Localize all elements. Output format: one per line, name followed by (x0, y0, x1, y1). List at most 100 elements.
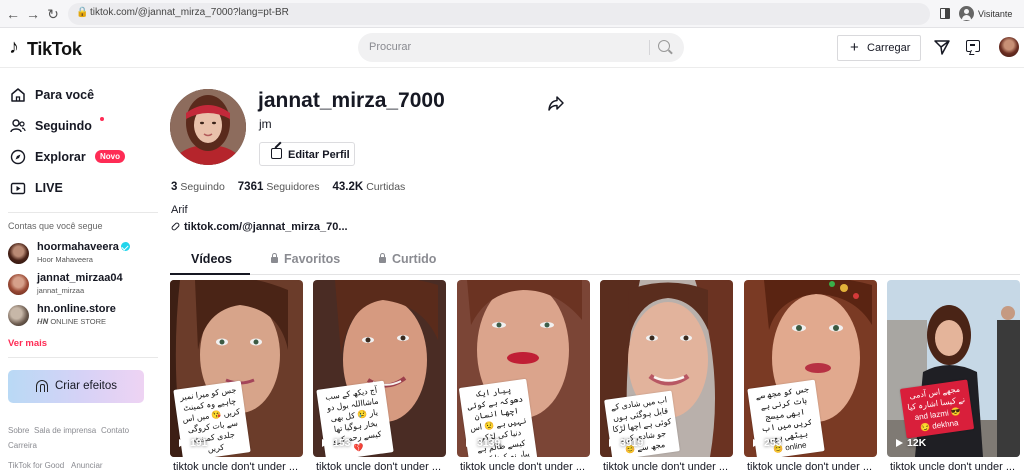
account-name: jannat_mirzaa04 (37, 272, 123, 284)
video-card[interactable]: جس کو میرا نمبر چاہیے وہ کمینٹ کریں 😘 می… (170, 280, 303, 457)
home-icon (11, 88, 25, 102)
footer-link[interactable]: TikTok for Good (8, 461, 64, 470)
address-bar[interactable]: 🔒 tiktok.com/@jannat_mirza_7000?lang=pt-… (68, 3, 930, 25)
video-card[interactable]: اب میں شادی کے قابل ہوگئی ہوں کوئی ہے اچ… (600, 280, 733, 457)
video-title[interactable]: tiktok uncle don't under ... (460, 461, 595, 473)
profile-nickname: jm (259, 117, 272, 131)
followed-account[interactable]: hn.online.store 𝑯𝑵 ONLINE STORE (8, 303, 158, 329)
share-icon[interactable] (547, 94, 565, 112)
likes-label: Curtidas (366, 181, 406, 193)
search-placeholder: Procurar (369, 41, 412, 53)
upload-button[interactable]: + Carregar (837, 35, 921, 61)
sidebar-item-label: Explorar (35, 150, 86, 164)
followed-account[interactable]: jannat_mirzaa04 jannat_mirzaa (8, 272, 158, 298)
following-icon (10, 119, 26, 133)
footer-link[interactable]: Sobre (8, 426, 29, 435)
effects-arch-icon (36, 380, 48, 392)
profile-avatar[interactable] (170, 89, 246, 165)
following-section-title: Contas que você segue (8, 221, 103, 231)
footer-link[interactable]: Sala de imprensa (34, 426, 96, 435)
tab-liked[interactable]: Curtido (379, 252, 436, 266)
edit-profile-button[interactable]: Editar Perfil (259, 142, 355, 166)
sidebar-divider (8, 212, 158, 213)
link-icon (170, 221, 181, 232)
inbox-icon[interactable] (966, 40, 980, 52)
video-play-count: 3919 (609, 437, 643, 449)
followers-label[interactable]: Seguidores (266, 181, 319, 193)
video-title[interactable]: tiktok uncle don't under ... (316, 461, 451, 473)
back-arrow-icon[interactable]: ← (4, 5, 22, 23)
avatar (8, 243, 29, 264)
site-info-icon[interactable]: 🔒 (76, 7, 88, 18)
sidebar-item-label: LIVE (35, 181, 63, 195)
video-caption: مجھے اس آدمی نے کیسا اشارہ کیا 😎 and laz… (899, 379, 975, 439)
guest-profile-icon[interactable] (959, 6, 974, 21)
account-nickname: 𝑯𝑵 ONLINE STORE (37, 317, 107, 326)
following-label[interactable]: Seguindo (180, 181, 224, 193)
video-card[interactable]: پیار ایک دھوکہ ہے کوئی اچھا انسان نہیں ہ… (457, 280, 590, 457)
url-text: tiktok.com/@jannat_mirza_7000?lang=pt-BR (90, 7, 289, 18)
tab-videos[interactable]: Vídeos (191, 252, 232, 266)
play-icon (322, 439, 329, 447)
messages-send-icon[interactable] (934, 39, 950, 55)
user-avatar[interactable] (999, 37, 1019, 57)
logo-text: TikTok (27, 39, 82, 59)
avatar (8, 274, 29, 295)
video-title[interactable]: tiktok uncle don't under ... (173, 461, 308, 473)
edit-icon (271, 148, 282, 159)
sidebar-divider (8, 357, 158, 358)
video-play-count: 3139 (466, 437, 500, 449)
play-icon (609, 439, 616, 447)
live-icon (10, 182, 26, 195)
video-card[interactable]: مجھے اس آدمی نے کیسا اشارہ کیا 😎 and laz… (887, 280, 1020, 457)
search-icon[interactable] (658, 40, 670, 52)
profile-username: jannat_mirza_7000 (258, 89, 445, 112)
footer-link[interactable]: Anunciar (71, 461, 103, 470)
profile-link[interactable]: tiktok.com/@jannat_mirza_70... (170, 221, 348, 233)
profile-stats: 3 Seguindo 7361 Seguidores 43.2K Curtidas (171, 181, 418, 196)
video-title[interactable]: tiktok uncle don't under ... (747, 461, 882, 473)
effects-label: Criar efeitos (55, 380, 117, 392)
compass-icon (10, 149, 26, 165)
search-input[interactable]: Procurar (358, 33, 684, 62)
following-count[interactable]: 3 (171, 181, 177, 193)
search-divider (649, 40, 650, 55)
video-play-count: 12K (896, 437, 926, 449)
video-title[interactable]: tiktok uncle don't under ... (603, 461, 738, 473)
video-play-count: 191 (179, 437, 208, 449)
guest-label[interactable]: Visitante (978, 9, 1012, 19)
followers-count[interactable]: 7361 (238, 181, 264, 193)
notification-dot (100, 117, 104, 121)
browser-toolbar: ← → ↻ 🔒 tiktok.com/@jannat_mirza_7000?la… (0, 0, 1024, 28)
account-nickname: Hoor Mahaveera (37, 255, 93, 264)
reload-icon[interactable]: ↻ (44, 5, 62, 23)
footer-link[interactable]: Contato (101, 426, 129, 435)
video-card[interactable]: آج دیکھ کے سب ماشااللہ بول دو یار 😢 کل ب… (313, 280, 446, 457)
lock-icon (271, 253, 278, 263)
upload-label: Carregar (867, 42, 911, 54)
plus-icon: + (850, 39, 859, 56)
avatar (8, 305, 29, 326)
see-more-link[interactable]: Ver mais (8, 338, 47, 349)
account-name: hn.online.store (37, 303, 116, 315)
followed-account[interactable]: hoormahaveera Hoor Mahaveera (8, 241, 158, 267)
tab-favorites[interactable]: Favoritos (271, 252, 340, 266)
profile-tabs: Vídeos Favoritos Curtido (170, 248, 1020, 275)
video-play-count: 153 (322, 437, 351, 449)
profile-photo (170, 89, 246, 165)
play-icon (179, 439, 186, 447)
forward-arrow-icon[interactable]: → (24, 5, 42, 23)
footer-link[interactable]: Carreira (8, 441, 37, 450)
new-badge: Novo (95, 150, 125, 163)
edit-profile-label: Editar Perfil (288, 149, 350, 161)
top-navbar: ♪ TikTok Procurar + Carregar (0, 28, 1024, 68)
video-card[interactable]: جس کو مجھ سے بات کرنی ہے ابھی میسج کریں … (744, 280, 877, 457)
play-icon (466, 439, 473, 447)
sidebar-item-label: Para você (35, 88, 95, 102)
create-effects-button[interactable]: Criar efeitos (8, 370, 144, 403)
account-nickname: jannat_mirzaa (37, 286, 85, 295)
play-icon (896, 439, 903, 447)
side-panel-icon[interactable] (940, 8, 950, 19)
likes-count: 43.2K (332, 181, 364, 193)
video-title[interactable]: tiktok uncle don't under ... (890, 461, 1020, 473)
